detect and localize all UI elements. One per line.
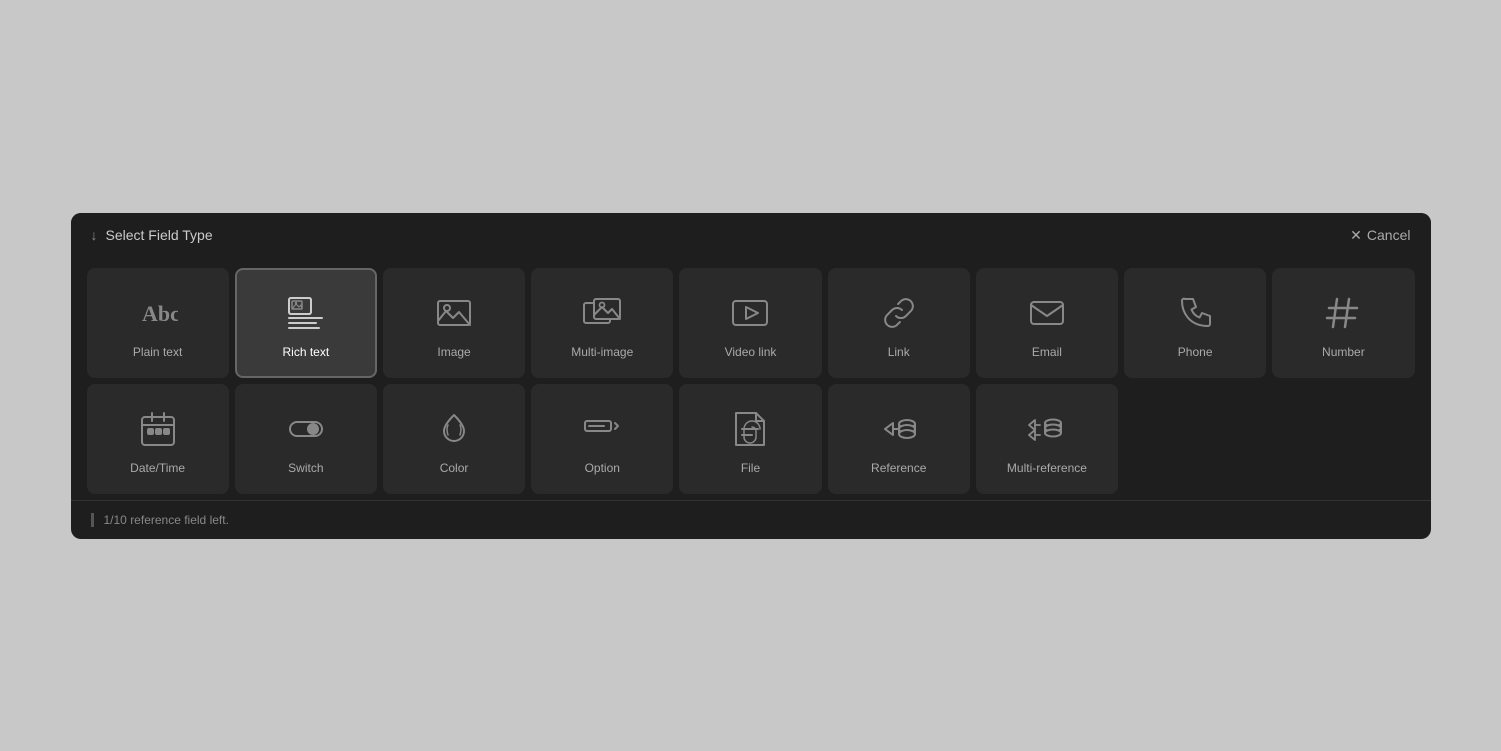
modal-title: ↓ Select Field Type xyxy=(91,227,213,243)
modal-footer: 1/10 reference field left. xyxy=(71,500,1431,539)
color-icon xyxy=(432,407,476,451)
modal-body: Abc Plain text xyxy=(71,258,1431,494)
field-item-email[interactable]: Email xyxy=(976,268,1118,378)
email-icon xyxy=(1025,291,1069,335)
file-label: File xyxy=(741,461,760,475)
phone-icon xyxy=(1173,291,1217,335)
field-item-file[interactable]: File xyxy=(679,384,821,494)
field-item-link[interactable]: Link xyxy=(828,268,970,378)
field-item-image[interactable]: Image xyxy=(383,268,525,378)
field-item-date-time[interactable]: Date/Time xyxy=(87,384,229,494)
option-label: Option xyxy=(585,461,620,475)
field-item-multi-image[interactable]: Multi-image xyxy=(531,268,673,378)
multi-reference-label: Multi-reference xyxy=(1007,461,1087,475)
rich-text-icon xyxy=(284,291,328,335)
date-time-label: Date/Time xyxy=(130,461,185,475)
color-label: Color xyxy=(440,461,469,475)
plain-text-label: Plain text xyxy=(133,345,182,359)
svg-text:Abc: Abc xyxy=(142,301,178,326)
multi-image-label: Multi-image xyxy=(571,345,633,359)
field-grid-row1: Abc Plain text xyxy=(87,268,1415,378)
footer-message: 1/10 reference field left. xyxy=(104,513,229,527)
field-item-reference[interactable]: Reference xyxy=(828,384,970,494)
link-label: Link xyxy=(888,345,910,359)
video-link-label: Video link xyxy=(725,345,777,359)
field-item-switch[interactable]: Switch xyxy=(235,384,377,494)
file-icon xyxy=(728,407,772,451)
select-field-type-modal: ↓ Select Field Type ✕ Cancel Abc Plain t… xyxy=(71,213,1431,539)
video-link-icon xyxy=(728,291,772,335)
number-label: Number xyxy=(1322,345,1365,359)
cancel-x-icon: ✕ xyxy=(1350,227,1362,244)
cancel-label: Cancel xyxy=(1367,227,1411,243)
plain-text-icon: Abc xyxy=(136,291,180,335)
switch-icon xyxy=(284,407,328,451)
arrow-down-icon: ↓ xyxy=(91,227,98,243)
reference-icon xyxy=(877,407,921,451)
multi-reference-icon xyxy=(1025,407,1069,451)
multi-image-icon xyxy=(580,291,624,335)
field-item-option[interactable]: Option xyxy=(531,384,673,494)
option-icon xyxy=(580,407,624,451)
field-item-phone[interactable]: Phone xyxy=(1124,268,1266,378)
reference-label: Reference xyxy=(871,461,926,475)
rich-text-label: Rich text xyxy=(282,345,329,359)
link-icon xyxy=(877,291,921,335)
number-icon xyxy=(1321,291,1365,335)
cancel-button[interactable]: ✕ Cancel xyxy=(1350,227,1410,244)
field-item-plain-text[interactable]: Abc Plain text xyxy=(87,268,229,378)
switch-label: Switch xyxy=(288,461,323,475)
image-label: Image xyxy=(437,345,470,359)
field-item-number[interactable]: Number xyxy=(1272,268,1414,378)
modal-header: ↓ Select Field Type ✕ Cancel xyxy=(71,213,1431,258)
image-icon xyxy=(432,291,476,335)
date-time-icon xyxy=(136,407,180,451)
field-item-rich-text[interactable]: Rich text xyxy=(235,268,377,378)
footer-message-container: 1/10 reference field left. xyxy=(91,513,1411,527)
phone-label: Phone xyxy=(1178,345,1213,359)
modal-title-text: Select Field Type xyxy=(106,227,213,243)
field-item-color[interactable]: Color xyxy=(383,384,525,494)
field-item-multi-reference[interactable]: Multi-reference xyxy=(976,384,1118,494)
field-grid-row2: Date/Time Switch xyxy=(87,384,1415,494)
email-label: Email xyxy=(1032,345,1062,359)
field-item-video-link[interactable]: Video link xyxy=(679,268,821,378)
